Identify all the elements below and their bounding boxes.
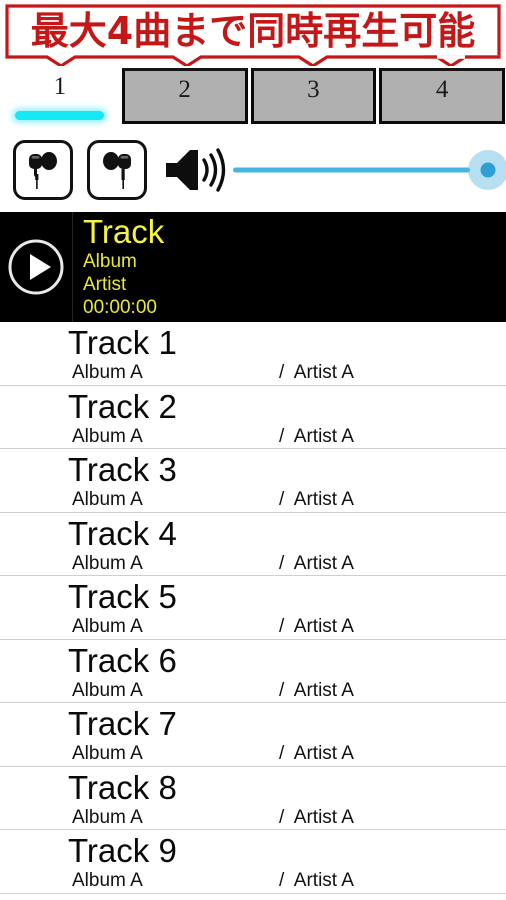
track-list-item[interactable]: Track 6 Album A / Artist A: [0, 639, 506, 703]
track-separator: /: [279, 806, 285, 828]
track-artist: / Artist A: [279, 362, 354, 384]
track-list[interactable]: Track 1 Album A / Artist A Track 2 Album…: [0, 322, 506, 900]
tab-channel-1-label: 1: [53, 73, 67, 100]
channel-tab-bar: 1 2 3 4: [0, 68, 506, 126]
track-album: Album A: [72, 679, 143, 701]
track-title: Track 5: [68, 578, 177, 615]
track-title: Track 9: [68, 832, 177, 869]
track-title: Track 2: [68, 387, 177, 425]
tab-channel-3[interactable]: 3: [250, 68, 377, 124]
volume-slider-thumb[interactable]: [480, 162, 496, 178]
track-artist-label: Artist A: [293, 362, 354, 383]
track-list-item[interactable]: Track 8 Album A / Artist A: [0, 766, 506, 830]
track-album: Album A: [72, 870, 143, 891]
play-button[interactable]: [0, 212, 73, 322]
track-artist: / Artist A: [279, 743, 354, 765]
tab-channel-1[interactable]: 1: [0, 68, 120, 126]
track-artist-label: Artist A: [293, 425, 354, 447]
now-playing-album: Album: [83, 251, 137, 272]
track-title: Track 1: [68, 324, 177, 361]
tab-channel-3-label: 3: [307, 76, 320, 103]
track-title: Track 6: [68, 641, 177, 679]
track-artist-label: Artist A: [293, 870, 354, 891]
track-list-item[interactable]: Track 4 Album A / Artist A: [0, 512, 506, 576]
volume-slider-track: [233, 167, 470, 173]
speaker-volume-icon[interactable]: [163, 146, 227, 194]
tab-channel-2-label: 2: [178, 76, 191, 103]
track-separator: /: [279, 870, 285, 891]
track-album: Album A: [72, 362, 143, 383]
track-separator: /: [279, 552, 285, 574]
output-control-bar: [0, 128, 506, 212]
track-title: Track 3: [68, 451, 177, 488]
track-album: Album A: [72, 425, 143, 447]
track-artist: / Artist A: [279, 807, 354, 829]
track-title: Track 7: [68, 705, 177, 742]
track-album: Album A: [72, 489, 143, 510]
tab-active-indicator: [15, 111, 104, 120]
tab-channel-4-label: 4: [435, 76, 449, 103]
tab-channel-2[interactable]: 2: [121, 68, 248, 124]
track-artist: / Artist A: [279, 616, 354, 638]
track-artist: / Artist A: [279, 870, 354, 892]
track-list-item[interactable]: Track 5 Album A / Artist A: [0, 576, 506, 640]
annotation-text: 最大4曲まで同時再生可能: [30, 9, 476, 53]
track-artist-label: Artist A: [293, 743, 354, 764]
track-artist-label: Artist A: [293, 552, 354, 574]
track-album: Album A: [72, 806, 143, 828]
play-circle-icon: [8, 239, 64, 295]
now-playing-bar[interactable]: Track Album Artist 00:00:00: [0, 212, 506, 322]
now-playing-artist: Artist: [83, 274, 127, 295]
track-list-item[interactable]: Track 1 Album A / Artist A: [0, 322, 506, 386]
track-album: Album A: [72, 743, 143, 764]
track-album: Album A: [72, 552, 143, 574]
track-artist: / Artist A: [279, 680, 354, 702]
track-separator: /: [279, 743, 285, 764]
annotation-callout: 最大4曲まで同時再生可能: [5, 4, 501, 66]
track-list-item[interactable]: Track 7 Album A / Artist A: [0, 703, 506, 767]
now-playing-metadata: Track Album Artist 00:00:00: [73, 212, 506, 322]
track-artist: / Artist A: [279, 553, 354, 575]
track-separator: /: [279, 425, 285, 447]
track-artist-label: Artist A: [293, 616, 354, 637]
track-list-item[interactable]: Track 3 Album A / Artist A: [0, 449, 506, 513]
now-playing-time: 00:00:00: [83, 297, 157, 318]
track-artist: / Artist A: [279, 426, 354, 448]
track-separator: /: [279, 362, 285, 383]
now-playing-title: Track: [83, 213, 165, 250]
track-separator: /: [279, 489, 285, 510]
volume-slider[interactable]: [233, 148, 506, 192]
earphone-icon: [100, 150, 134, 190]
earphone-left-button[interactable]: [13, 140, 73, 200]
tab-channel-4[interactable]: 4: [379, 68, 505, 124]
track-artist: / Artist A: [279, 489, 354, 511]
track-artist-label: Artist A: [293, 489, 354, 510]
track-separator: /: [279, 679, 285, 701]
track-list-item[interactable]: Track 2 Album A / Artist A: [0, 385, 506, 449]
annotation-callout-shape: [5, 4, 501, 66]
track-title: Track 4: [68, 514, 177, 552]
earphone-right-button[interactable]: [87, 140, 147, 200]
track-separator: /: [279, 616, 285, 637]
earphone-icon: [26, 150, 60, 190]
track-title: Track 8: [68, 768, 177, 806]
track-list-item[interactable]: Track 9 Album A / Artist A: [0, 830, 506, 894]
track-artist-label: Artist A: [293, 806, 354, 828]
track-artist-label: Artist A: [293, 679, 354, 701]
track-album: Album A: [72, 616, 143, 637]
app-root: 最大4曲まで同時再生可能 1 2 3 4 Track Album Artist …: [0, 0, 506, 900]
